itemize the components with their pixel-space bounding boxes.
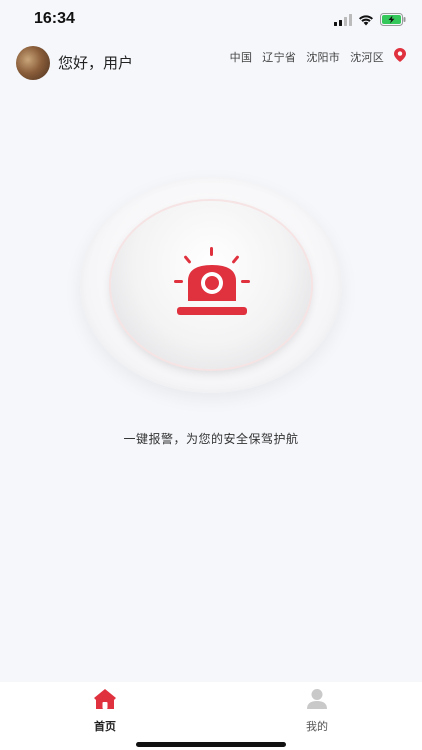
location-country: 中国 [229, 50, 253, 64]
alarm-slogan: 一键报警，为您的安全保驾护航 [123, 432, 299, 446]
home-icon [93, 688, 117, 714]
location-pin-icon[interactable] [394, 47, 406, 66]
app-screen: 16:34 您好，用户 中国 辽宁省 沈阳市 沈河区 一键报警，为您的安全保驾护… [0, 0, 422, 750]
status-icons [334, 12, 406, 28]
location-bar[interactable]: 中国 辽宁省 沈阳市 沈河区 [230, 47, 406, 66]
battery-charging-icon [380, 11, 406, 30]
cellular-signal-icon [334, 11, 352, 30]
siren-icon [172, 247, 252, 323]
avatar[interactable] [16, 46, 50, 80]
user-icon [305, 688, 329, 714]
status-time: 16:34 [34, 10, 75, 27]
bottom-tab-bar: 首页 我的 [0, 682, 422, 750]
status-bar: 16:34 [0, 0, 422, 40]
wifi-icon [358, 11, 374, 30]
greeting-text: 您好，用户 [58, 54, 134, 72]
home-indicator [136, 742, 286, 747]
tab-home-label: 首页 [94, 720, 116, 733]
tab-me-label: 我的 [306, 720, 328, 733]
header: 您好，用户 中国 辽宁省 沈阳市 沈河区 [0, 44, 422, 80]
tab-me[interactable]: 我的 [277, 688, 357, 733]
location-city: 沈阳市 [306, 50, 341, 64]
location-district: 沈河区 [350, 50, 384, 64]
location-province: 辽宁省 [262, 50, 297, 64]
one-key-alarm-button[interactable] [80, 177, 342, 393]
tab-home[interactable]: 首页 [65, 688, 145, 733]
